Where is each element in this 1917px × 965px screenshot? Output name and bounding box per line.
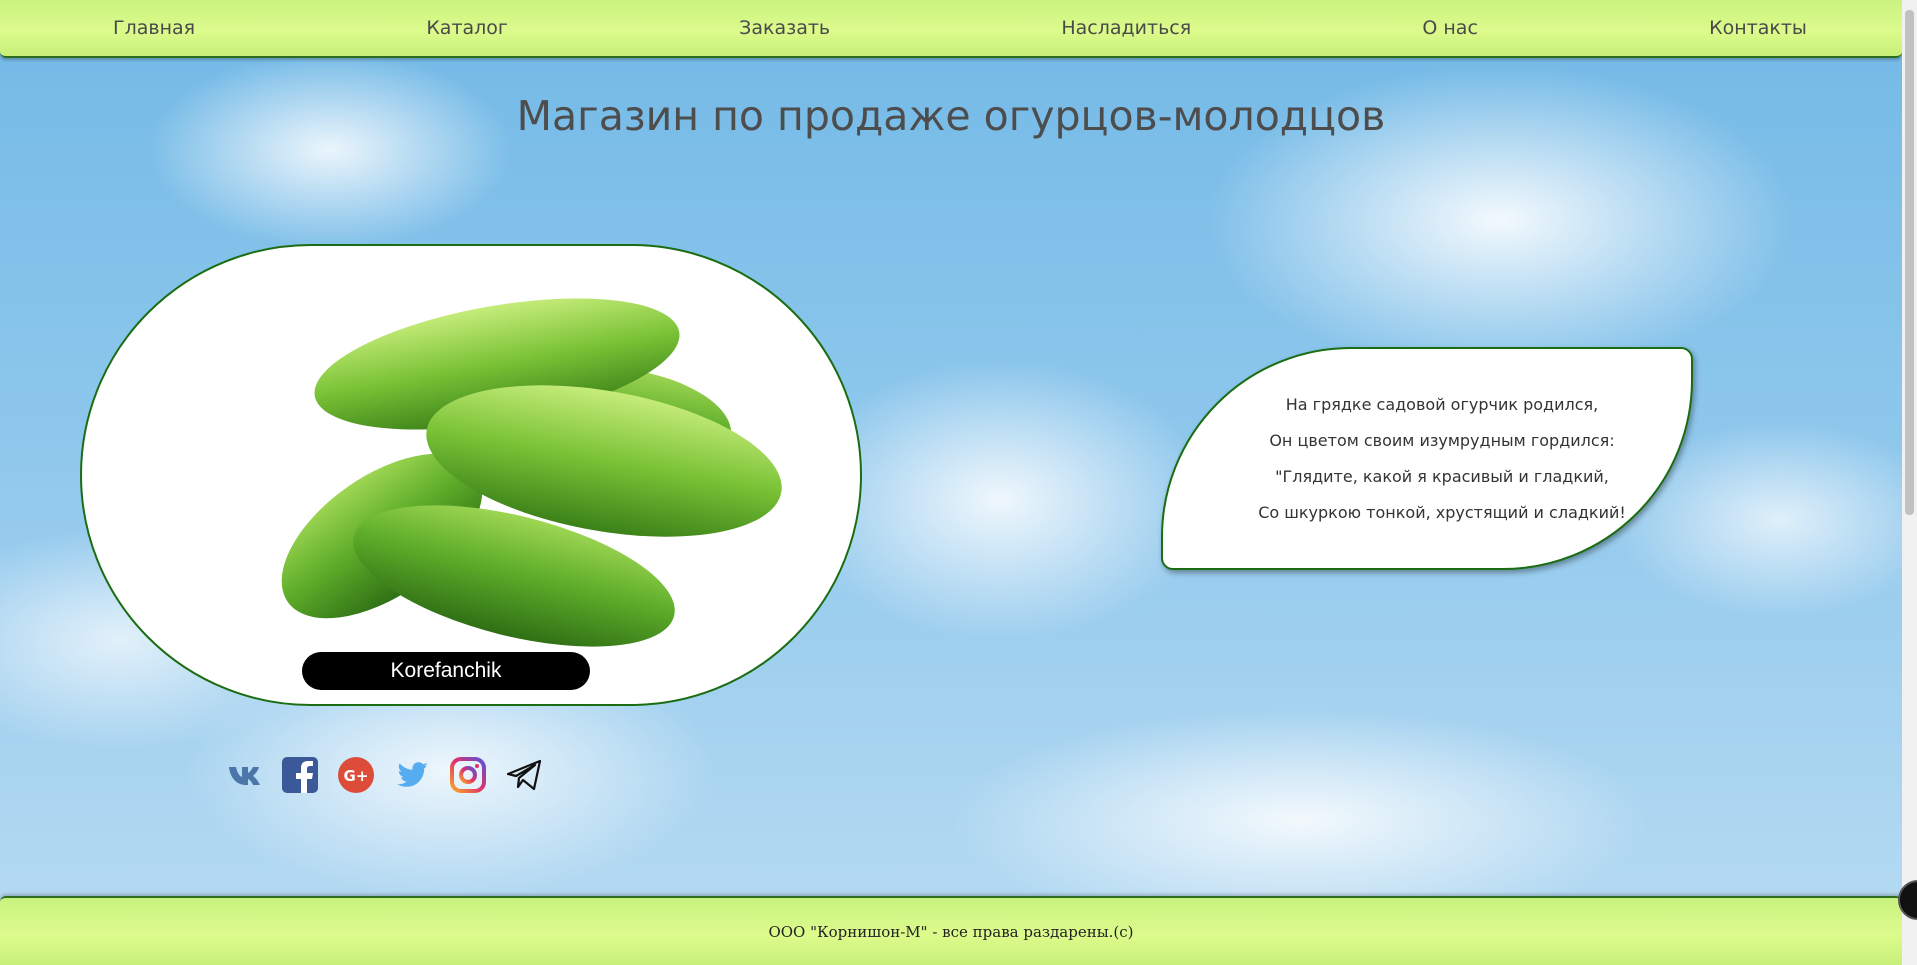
nav-link-order[interactable]: Заказать	[739, 17, 830, 39]
svg-text:G+: G+	[344, 767, 369, 785]
telegram-icon[interactable]	[505, 756, 543, 794]
photo-caption: Korefanchik	[302, 652, 590, 690]
footer: ООО "Корнишон-М" - все права раздарены.(…	[0, 896, 1902, 965]
nav-link-catalog[interactable]: Каталог	[426, 17, 508, 39]
instagram-icon[interactable]	[449, 756, 487, 794]
page-title: Магазин по продаже огурцов-молодцов	[516, 92, 1386, 140]
facebook-icon[interactable]	[281, 756, 319, 794]
top-navbar: Главная Каталог Заказать Насладиться О н…	[0, 0, 1902, 58]
poem-line: Он цветом своим изумрудным гордился:	[1269, 430, 1615, 450]
nav-link-home[interactable]: Главная	[113, 17, 195, 39]
copyright-text: ООО "Корнишон-М" - все права раздарены.(…	[768, 922, 1134, 941]
cucumber-photo-card	[80, 244, 862, 706]
twitter-icon[interactable]	[393, 756, 431, 794]
nav-link-about[interactable]: О нас	[1422, 17, 1478, 39]
nav-link-contacts[interactable]: Контакты	[1709, 17, 1807, 39]
poem-line: На грядке садовой огурчик родился,	[1285, 394, 1599, 414]
cucumbers-image	[281, 298, 782, 647]
social-links: G+	[225, 756, 543, 794]
google-plus-icon[interactable]: G+	[337, 756, 375, 794]
poem-line: "Глядите, какой я красивый и гладкий,	[1275, 466, 1609, 486]
nav-link-enjoy[interactable]: Насладиться	[1061, 17, 1191, 39]
vk-icon[interactable]	[225, 756, 263, 794]
page-scrollbar[interactable]	[1902, 0, 1917, 965]
scrollbar-thumb[interactable]	[1905, 10, 1914, 515]
poem-line: Со шкуркою тонкой, хрустящий и сладкий!	[1258, 502, 1626, 522]
